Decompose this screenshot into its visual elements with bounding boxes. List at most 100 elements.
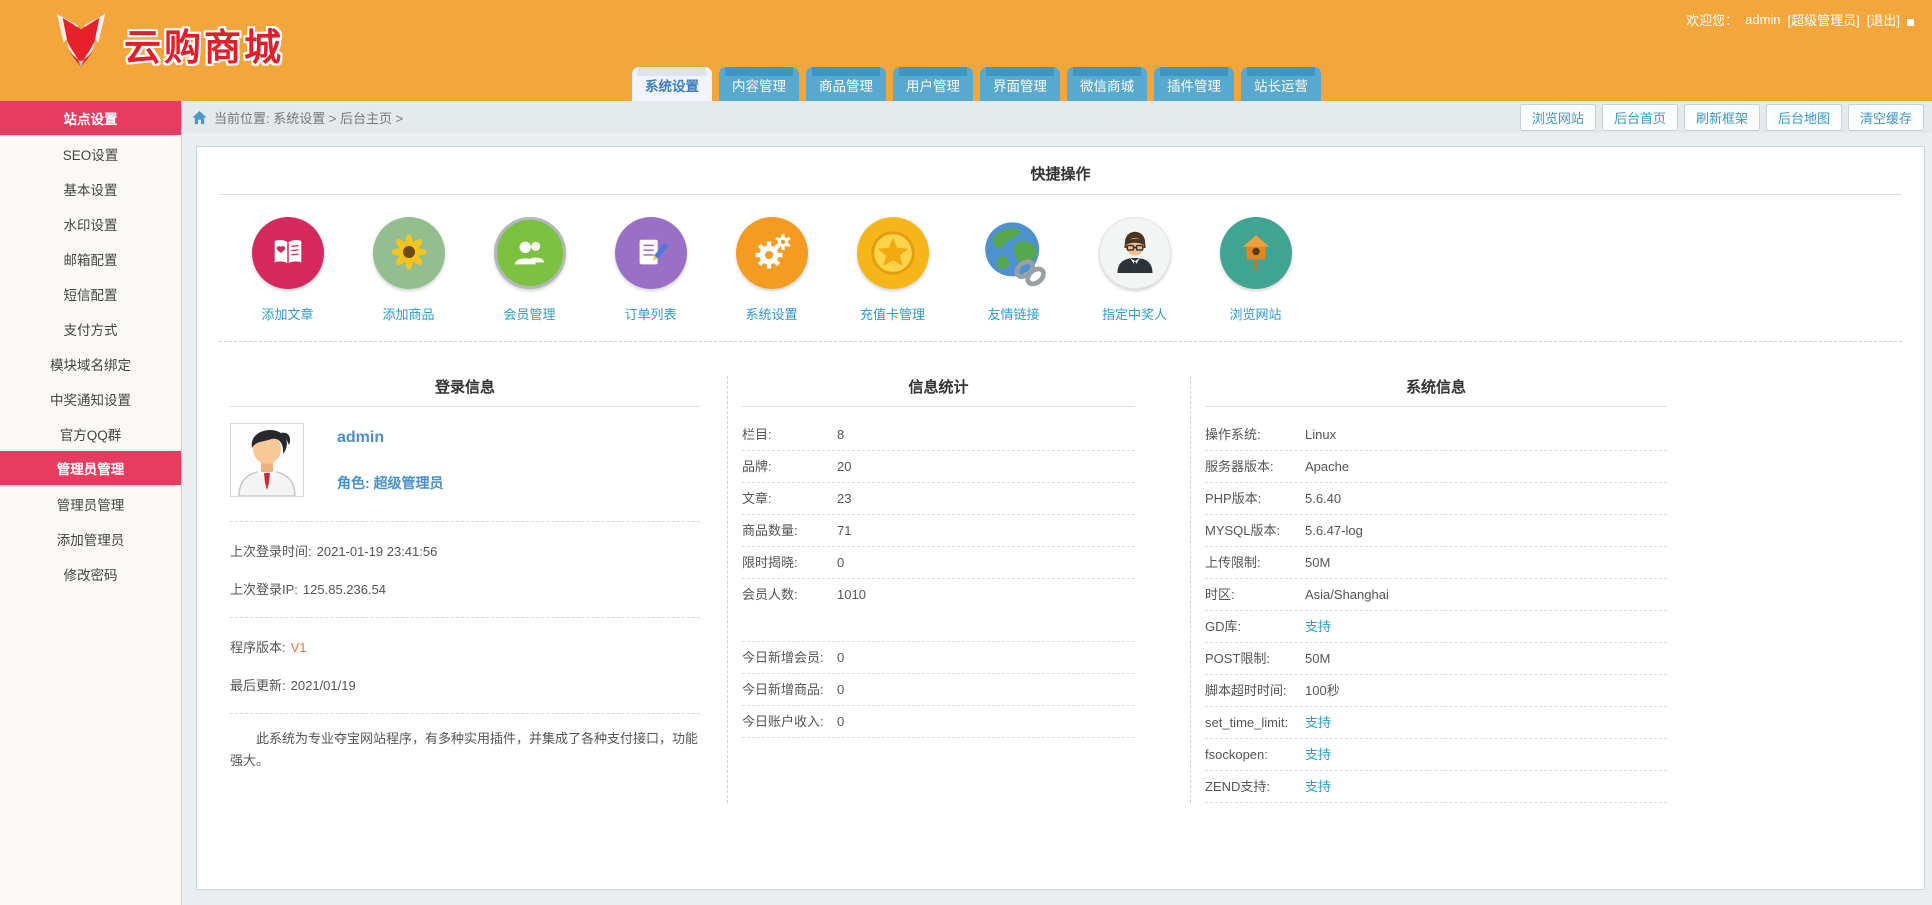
logout-link[interactable]: [退出] [1867,10,1900,29]
quick-action-label[interactable]: 订单列表 [624,304,676,323]
birdhouse-icon [1219,217,1292,289]
header-role: [超级管理员] [1787,13,1860,28]
quick-action-order-list[interactable]: 订单列表 [590,217,711,323]
sidebar-item-email-config[interactable]: 邮箱配置 [0,241,181,276]
backend-home-button[interactable]: 后台首页 [1601,103,1678,131]
breadcrumb[interactable]: 当前位置: 系统设置 > 后台主页 > [214,108,403,127]
sidebar-header-site-settings[interactable]: 站点设置 [0,101,181,135]
quick-action-friend-links[interactable]: 友情链接 [953,217,1074,323]
sidebar-item-payment-methods[interactable]: 支付方式 [0,311,181,346]
sys-row-php: PHP版本: 5.6.40 [1205,483,1667,515]
browse-site-button[interactable]: 浏览网站 [1519,103,1596,131]
sys-row-os: 操作系统: Linux [1205,419,1667,451]
order-list-icon [614,217,687,289]
home-icon[interactable] [192,110,207,125]
tab-goods-management[interactable]: 商品管理 [806,67,886,101]
quick-action-add-goods[interactable]: 添加商品 [348,217,469,323]
quick-action-label[interactable]: 充值卡管理 [860,304,925,323]
quick-action-browse-site[interactable]: 浏览网站 [1195,217,1316,323]
sys-row-set-time-limit: set_time_limit: 支持 [1205,707,1667,739]
quick-action-member-management[interactable]: 会员管理 [469,217,590,323]
quick-action-add-article[interactable]: 添加文章 [227,217,348,323]
stat-row-timed-reveal: 限时揭晓: 0 [742,547,1135,579]
dashed-divider [230,713,700,714]
toolbar: 浏览网站 后台首页 刷新框架 后台地图 清空缓存 [1519,103,1924,131]
clear-cache-button[interactable]: 清空缓存 [1847,103,1924,131]
quick-action-recharge-card[interactable]: 充值卡管理 [832,217,953,323]
sys-row-gd: GD库: 支持 [1205,611,1667,643]
stat-row-new-goods-today: 今日新增商品: 0 [742,674,1135,706]
sidebar-item-official-qq-group[interactable]: 官方QQ群 [0,416,181,451]
login-info-panel: 登录信息 admin 角色: 超级管理员 上次登录时间: 2021-01-19 … [197,376,727,803]
stat-row-articles: 文章: 23 [742,483,1135,515]
sidebar-item-admin-management[interactable]: 管理员管理 [0,486,181,521]
tab-wechat-mall[interactable]: 微信商城 [1067,67,1147,101]
stat-row-columns: 栏目: 8 [742,419,1135,451]
stat-row-members: 会员人数: 1010 [742,587,866,602]
article-book-icon [251,217,324,289]
dashed-divider [230,521,700,522]
quick-action-system-settings[interactable]: 系统设置 [711,217,832,323]
sys-row-upload-limit: 上传限制: 50M [1205,547,1667,579]
dashboard-card: 快捷操作 添加文章 添加商品 会员管理 订单列表 系统设置 充值卡管理 友情链接… [196,146,1925,890]
gold-coin-icon [856,217,929,289]
sys-row-timezone: 时区: Asia/Shanghai [1205,579,1667,611]
sidebar-item-seo-settings[interactable]: SEO设置 [0,136,181,171]
globe-link-icon [978,217,1050,289]
sidebar-item-basic-settings[interactable]: 基本设置 [0,171,181,206]
sys-row-server: 服务器版本: Apache [1205,451,1667,483]
tab-system-settings[interactable]: 系统设置 [632,67,712,101]
gears-icon [735,217,808,289]
stat-row-goods-count: 商品数量: 71 [742,515,1135,547]
breadcrumb-bar: 当前位置: 系统设置 > 后台主页 > 浏览网站 后台首页 刷新框架 后台地图 … [182,101,1932,133]
profile-role: 角色: 超级管理员 [337,475,444,491]
system-info-panel: 系统信息 操作系统: Linux 服务器版本: Apache PHP版本: 5.6.4… [1190,376,1924,803]
tab-plugin-management[interactable]: 插件管理 [1154,67,1234,101]
winner-person-icon [1098,217,1171,289]
quick-action-label[interactable]: 友情链接 [987,304,1039,323]
quick-actions-row: 添加文章 添加商品 会员管理 订单列表 系统设置 充值卡管理 友情链接 指定中奖… [197,217,1924,323]
members-icon [493,217,566,289]
site-title: 云购商城 [124,26,284,68]
tab-interface-management[interactable]: 界面管理 [980,67,1060,101]
sys-row-mysql: MYSQL版本: 5.6.47-log [1205,515,1667,547]
stats-gap [742,610,1135,642]
stat-row-new-members-today: 今日新增会员: 0 [742,642,1135,674]
quick-action-label[interactable]: 添加商品 [382,304,434,323]
sidebar-item-sms-config[interactable]: 短信配置 [0,276,181,311]
tab-webmaster-operation[interactable]: 站长运营 [1241,67,1321,101]
tab-user-management[interactable]: 用户管理 [893,67,973,101]
last-login-time-row: 上次登录时间: 2021-01-19 23:41:56 [230,544,438,559]
backend-map-button[interactable]: 后台地图 [1765,103,1842,131]
sys-row-fsockopen: fsockopen: 支持 [1205,739,1667,771]
welcome-bar: 欢迎您： admin [超级管理员] [退出] [1686,10,1914,29]
quick-action-label[interactable]: 添加文章 [261,304,313,323]
system-description: 此系统为专业夺宝网站程序，有多种实用插件，并集成了各种支付接口，功能强大。 [230,731,699,768]
profile-username[interactable]: admin [337,429,444,447]
quick-action-label[interactable]: 指定中奖人 [1102,304,1167,323]
sys-row-post-limit: POST限制: 50M [1205,643,1667,675]
statistics-panel: 信息统计 栏目: 8 品牌: 20 文章: 23 商品数量: 71 限时揭晓: 0 会员人… [727,376,1190,803]
system-info-title: 系统信息 [1205,376,1667,407]
sidebar-item-module-domain-binding[interactable]: 模块域名绑定 [0,346,181,381]
last-update-row: 最后更新: 2021/01/19 [230,678,356,693]
statistics-title: 信息统计 [742,376,1135,407]
top-header: 云购商城 欢迎您： admin [超级管理员] [退出] 系统设置 内容管理 商… [0,0,1932,101]
sidebar-header-admin-management[interactable]: 管理员管理 [0,451,181,485]
tab-content-management[interactable]: 内容管理 [719,67,799,101]
sidebar-item-change-password[interactable]: 修改密码 [0,556,181,591]
quick-action-label[interactable]: 系统设置 [745,304,797,323]
refresh-frame-button[interactable]: 刷新框架 [1683,103,1760,131]
dashed-divider [230,617,700,618]
quick-actions-title: 快捷操作 [219,163,1902,195]
sidebar: 站点设置 SEO设置 基本设置 水印设置 邮箱配置 短信配置 支付方式 模块域名… [0,101,182,905]
sidebar-item-winning-notice-settings[interactable]: 中奖通知设置 [0,381,181,416]
quick-action-assign-winner[interactable]: 指定中奖人 [1074,217,1195,323]
program-version-row: 程序版本: V1 [230,640,307,655]
sys-row-zend: ZEND支持: 支持 [1205,771,1667,803]
quick-action-label[interactable]: 会员管理 [503,304,555,323]
quick-action-label[interactable]: 浏览网站 [1229,304,1281,323]
sidebar-item-watermark-settings[interactable]: 水印设置 [0,206,181,241]
sidebar-item-add-admin[interactable]: 添加管理员 [0,521,181,556]
welcome-period-square [1907,19,1914,26]
